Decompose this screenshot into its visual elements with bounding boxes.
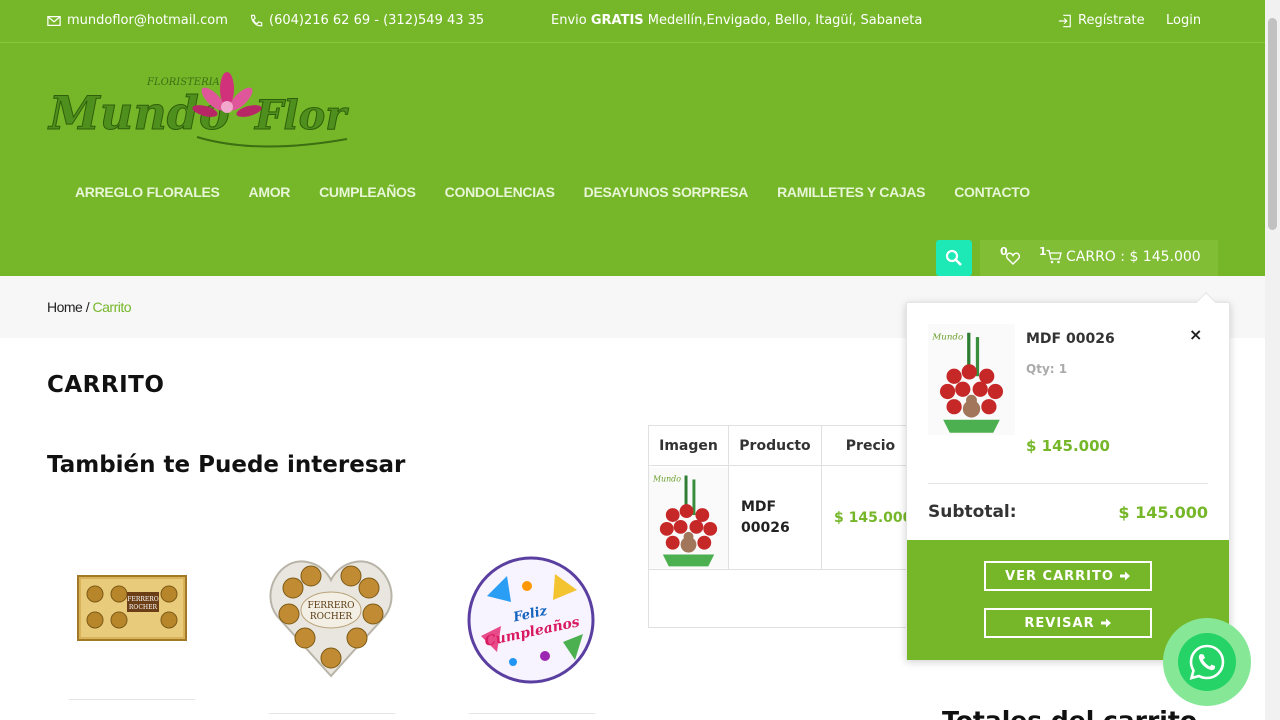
heart-icon[interactable]	[1006, 252, 1020, 265]
scrollbar-thumb[interactable]	[1268, 18, 1277, 230]
login-link[interactable]: Login	[1166, 13, 1201, 28]
mini-cart-product-image[interactable]: Mundo	[928, 324, 1015, 435]
breadcrumb-home[interactable]: Home	[47, 299, 83, 315]
subtotal-value: $ 145.000	[1118, 503, 1208, 522]
related-products-title: También te Puede interesar	[47, 452, 406, 478]
svg-text:ROCHER: ROCHER	[310, 612, 352, 622]
search-button[interactable]	[936, 240, 972, 276]
cart-bar: 0 1 CARRO : $ 145.000	[980, 240, 1218, 276]
phone-icon	[251, 14, 263, 26]
column-header-image: Imagen	[649, 426, 729, 466]
checkout-label: REVISAR	[1024, 615, 1095, 631]
mini-cart-price: $ 145.000	[1026, 437, 1110, 455]
checkout-button[interactable]: REVISAR	[984, 608, 1152, 638]
site-header: FLORISTERIA Mundo Flor ARREGLO FLORALES …	[0, 43, 1265, 276]
mundo-flor-logo[interactable]: FLORISTERIA Mundo Flor	[47, 67, 359, 157]
whatsapp-button[interactable]	[1163, 618, 1251, 706]
ferrero-heart-image[interactable]: FERRERO ROCHER	[267, 554, 395, 682]
cart-row-product-name[interactable]: MDF 00026	[741, 497, 801, 539]
svg-text:FERRERO: FERRERO	[127, 596, 158, 603]
login-text: Login	[1166, 13, 1202, 28]
cart-row-price: $ 145.000	[834, 509, 913, 526]
view-cart-button[interactable]: VER CARRITO	[984, 561, 1152, 591]
nav-amor[interactable]: AMOR	[249, 184, 291, 200]
svg-text:FERRERO: FERRERO	[307, 601, 354, 611]
top-bar: mundoflor@hotmail.com (604)216 62 69 - (…	[0, 0, 1265, 43]
shipping-prefix: Envio	[551, 13, 591, 28]
cart-row-image-cell: Mundo	[649, 466, 729, 570]
breadcrumb-current: Carrito	[92, 299, 132, 315]
cart-totals-title: Totales del carrito	[942, 706, 1197, 720]
mini-cart-qty: Qty: 1	[1026, 362, 1068, 376]
nav-desayunos-sorpresa[interactable]: DESAYUNOS SORPRESA	[584, 184, 749, 200]
ferrero-box-image[interactable]: FERRERO ROCHER	[69, 546, 197, 674]
shipping-cities: Medellín,Envigado, Bello, Itagüí, Sabane…	[643, 13, 923, 28]
subtotal-label: Subtotal:	[928, 502, 1017, 522]
arrow-right-icon	[1100, 618, 1111, 628]
mini-cart-dropdown: Mundo MDF 00026 Qty: 1 $ 145.000 × Subto…	[906, 292, 1230, 660]
breadcrumb-separator: /	[82, 299, 93, 315]
cart-table: Imagen Producto Precio Mundo MDF 00026 $…	[648, 425, 919, 628]
product-divider	[69, 699, 195, 700]
mail-icon	[47, 15, 61, 26]
product-divider	[469, 713, 595, 714]
phone-contact[interactable]: (604)216 62 69 - (312)549 43 35	[249, 13, 484, 28]
nav-condolencias[interactable]: CONDOLENCIAS	[445, 184, 555, 200]
nav-arreglo-florales[interactable]: ARREGLO FLORALES	[75, 184, 220, 200]
arrow-right-icon	[1119, 571, 1130, 581]
svg-text:Flor: Flor	[254, 92, 349, 139]
page-title: CARRITO	[47, 372, 165, 398]
birthday-balloon-image[interactable]: Feliz Cumpleaños	[467, 556, 595, 684]
cart-row-product-cell: MDF 00026	[729, 466, 822, 570]
register-text: Regístrate	[1078, 13, 1145, 28]
nav-cumpleanos[interactable]: CUMPLEAÑOS	[319, 184, 416, 200]
product-divider	[269, 713, 395, 714]
register-link[interactable]: Regístrate	[1058, 13, 1145, 28]
shipping-notice: Envio GRATIS Medellín,Envigado, Bello, I…	[551, 13, 922, 28]
login-arrow-icon	[1058, 14, 1071, 27]
view-cart-label: VER CARRITO	[1005, 568, 1114, 584]
column-header-product: Producto	[729, 426, 822, 466]
email-text: mundoflor@hotmail.com	[67, 13, 228, 28]
phone-text: (604)216 62 69 - (312)549 43 35	[269, 13, 485, 28]
main-nav: ARREGLO FLORALES AMOR CUMPLEAÑOS CONDOLE…	[75, 184, 1059, 200]
search-icon	[945, 249, 962, 266]
email-contact[interactable]: mundoflor@hotmail.com	[47, 13, 228, 28]
cart-icon[interactable]	[1046, 249, 1062, 264]
nav-contacto[interactable]: CONTACTO	[954, 184, 1030, 200]
svg-text:Mundo: Mundo	[931, 332, 963, 342]
svg-text:ROCHER: ROCHER	[129, 604, 158, 611]
whatsapp-icon	[1189, 644, 1225, 680]
shipping-free: GRATIS	[590, 13, 644, 28]
mini-cart-divider	[928, 483, 1208, 484]
mini-cart-product-name[interactable]: MDF 00026	[1026, 331, 1115, 347]
arrangement-thumbnail[interactable]: Mundo	[649, 467, 728, 569]
page-scrollbar[interactable]	[1265, 0, 1280, 720]
cart-total-label[interactable]: CARRO : $ 145.000	[1066, 249, 1201, 265]
remove-item-button[interactable]: ×	[1189, 325, 1202, 344]
column-header-price: Precio	[822, 426, 919, 466]
svg-text:Mundo: Mundo	[652, 474, 681, 483]
cart-row-price-cell: $ 145.000	[822, 466, 919, 570]
nav-ramilletes-y-cajas[interactable]: RAMILLETES Y CAJAS	[777, 184, 925, 200]
